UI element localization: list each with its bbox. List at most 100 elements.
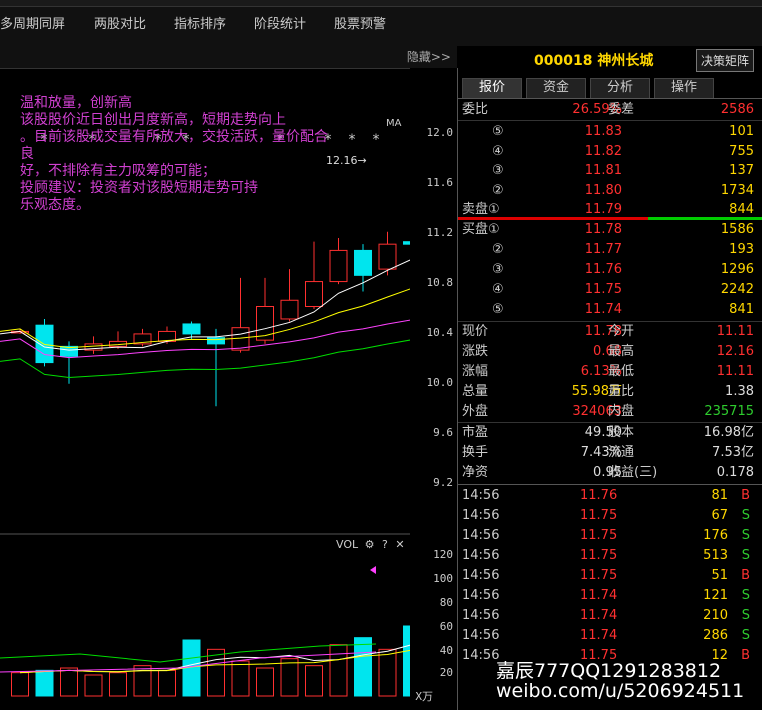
tick-price: 11.74: [580, 608, 618, 623]
decision-matrix-button[interactable]: 决策矩阵: [695, 49, 754, 72]
close-icon[interactable]: ✕: [395, 538, 404, 551]
analysis-annotation: 温和放量，创新高 该股股价近日创出月度新高，短期走势向上 。目前该股成交量有所放…: [20, 95, 380, 214]
fundamental-row: 净资 0.95 收益(三) 0.178: [458, 463, 762, 483]
order-price: 11.82: [584, 143, 622, 159]
tick-time: 14:56: [462, 608, 500, 623]
quote-value: 1.38: [725, 384, 754, 399]
vol-unit: X万: [415, 690, 433, 703]
order-price: 11.75: [584, 282, 622, 297]
tick-volume: 513: [703, 548, 728, 563]
tick-row: 14:56 11.75 67 S: [458, 506, 762, 526]
annotation-line: 良: [20, 146, 34, 162]
volume-bar: [305, 665, 323, 697]
menu-indicator-sort[interactable]: 指标排序: [174, 10, 254, 42]
moving-average-line: [0, 288, 410, 349]
quote-row: 涨跌 0.68 最高 12.16: [458, 342, 762, 362]
tick-row: 14:56 11.75 513 S: [458, 546, 762, 566]
menu-compare[interactable]: 两股对比: [94, 10, 174, 42]
tab-quote[interactable]: 报价: [462, 78, 522, 98]
order-level: ②: [492, 242, 504, 257]
quote-row: 外盘 324063 内盘 235715: [458, 402, 762, 422]
tick-volume: 67: [711, 508, 728, 523]
tick-volume: 51: [711, 568, 728, 583]
vol-label: VOL: [336, 538, 359, 551]
tick-side: B: [741, 648, 750, 663]
tick-row: 14:56 11.75 176 S: [458, 526, 762, 546]
price-tick: 9.6: [433, 426, 453, 439]
vol-tick: 20: [439, 666, 453, 679]
vol-tick: 120: [433, 548, 453, 561]
vol-toolbar: VOL ⚙ ? ✕: [336, 538, 405, 551]
hide-button[interactable]: 隐藏>>: [407, 48, 451, 65]
tick-price: 11.75: [580, 548, 618, 563]
sell-order-row: ④ 11.82 755: [458, 142, 762, 162]
hide-bar: 隐藏>>: [0, 46, 457, 69]
price-tick: 9.2: [433, 476, 453, 489]
tick-row: 14:56 11.75 51 B: [458, 566, 762, 586]
candle-body: [182, 323, 201, 335]
tick-time: 14:56: [462, 528, 500, 543]
tick-price: 11.76: [580, 488, 618, 503]
volume-bar: [207, 648, 225, 697]
order-price: 11.80: [584, 182, 622, 198]
tab-analysis[interactable]: 分析: [590, 78, 650, 98]
order-level: ④: [492, 143, 504, 159]
quote-panel: 000018 神州长城 决策矩阵 报价 资金 分析 操作 委比 26.59% 委…: [458, 46, 762, 710]
menu-multi-period[interactable]: 多周期同屏: [0, 10, 94, 42]
fundamental-row: 市盈 49.50 股本 16.98亿: [458, 423, 762, 443]
sell-order-row: ③ 11.81 137: [458, 161, 762, 181]
annotation-line: 投顾建议：投资者对该股短期走势可持: [20, 180, 258, 196]
tick-time: 14:56: [462, 648, 500, 663]
vol-tick: 100: [433, 572, 453, 585]
annotation-line: 温和放量，创新高: [20, 95, 132, 111]
tick-side: S: [741, 548, 750, 563]
tick-row: 14:56 11.74 210 S: [458, 606, 762, 626]
fund-label: 市盈: [462, 425, 489, 440]
order-volume: 1586: [720, 222, 754, 237]
tick-row: 14:56 11.74 121 S: [458, 586, 762, 606]
fund-value: 7.53亿: [712, 445, 754, 460]
quote-label: 外盘: [462, 404, 489, 419]
price-tick: 12.0: [426, 126, 454, 139]
order-level: ③: [492, 262, 504, 277]
quote-label: 涨幅: [462, 364, 489, 379]
weicha-label: 委差: [608, 102, 635, 117]
volume-bar: [84, 674, 103, 697]
candle-body: [256, 306, 274, 341]
volume-bar: [354, 637, 372, 697]
help-icon[interactable]: ?: [382, 538, 388, 551]
candle-body: [207, 337, 225, 345]
annotation-line: 好，不排除有主力吸筹的可能；: [20, 163, 216, 179]
sell-order-row: ⑤ 11.83 101: [458, 122, 762, 142]
tick-row: 14:56 11.76 81 B: [458, 486, 762, 506]
order-price: 11.77: [584, 242, 622, 257]
menu-stock-alert[interactable]: 股票预警: [334, 10, 414, 42]
volume-bar: [60, 667, 78, 697]
tab-funds[interactable]: 资金: [526, 78, 586, 98]
menu-bar: 多周期同屏 两股对比 指标排序 阶段统计 股票预警: [0, 10, 414, 42]
tick-side: S: [741, 608, 750, 623]
quote-title-row: 000018 神州长城 决策矩阵: [458, 46, 762, 74]
tab-operation[interactable]: 操作: [654, 78, 714, 98]
menu-period-stats[interactable]: 阶段统计: [254, 10, 334, 42]
buy-order-row: ⑤ 11.74 841: [458, 300, 762, 320]
order-volume: 2242: [720, 282, 754, 297]
tick-side: S: [741, 628, 750, 643]
volume-bar: [256, 667, 274, 697]
volume-bar: [280, 658, 299, 697]
stock-code: 000018 神州长城: [534, 53, 654, 69]
tick-row: 14:56 11.74 286 S: [458, 626, 762, 646]
order-level: ②: [492, 182, 504, 198]
gear-icon[interactable]: ⚙: [365, 538, 375, 551]
volume-bar: [109, 672, 127, 697]
fundamental-row: 换手 7.43% 流通 7.53亿: [458, 443, 762, 463]
tick-volume: 286: [703, 628, 728, 643]
quote-row: 现价 11.78 今开 11.11: [458, 322, 762, 342]
sell-order-row: ② 11.80 1734: [458, 181, 762, 201]
tick-side: S: [741, 528, 750, 543]
candle-body: [378, 243, 397, 270]
price-tick: 11.6: [426, 176, 454, 189]
candle-body: [329, 249, 348, 283]
tick-time: 14:56: [462, 588, 500, 603]
watermark: 嘉辰777QQ1291283812: [496, 660, 722, 682]
